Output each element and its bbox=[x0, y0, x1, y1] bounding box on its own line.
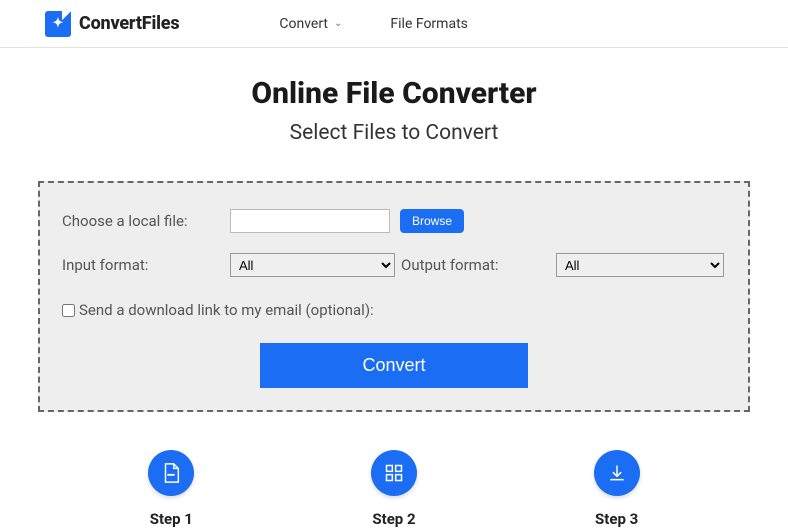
file-row: Choose a local file: Browse bbox=[62, 209, 726, 233]
main: Online File Converter Select Files to Co… bbox=[0, 48, 788, 528]
nav-convert[interactable]: Convert ⌄ bbox=[279, 16, 342, 32]
step-2-label: Step 2 bbox=[372, 510, 415, 528]
steps: Step 1 Step 2 Step 3 bbox=[60, 450, 728, 528]
convert-button[interactable]: Convert bbox=[260, 343, 528, 388]
logo-text: ConvertFiles bbox=[79, 13, 179, 34]
download-icon bbox=[594, 450, 640, 496]
output-format-label: Output format: bbox=[401, 256, 556, 274]
nav-convert-label: Convert bbox=[279, 16, 328, 32]
input-format-label: Input format: bbox=[62, 256, 230, 274]
file-icon bbox=[148, 450, 194, 496]
logo[interactable]: ✦ ConvertFiles bbox=[45, 11, 179, 37]
step-1-label: Step 1 bbox=[150, 510, 193, 528]
email-checkbox[interactable] bbox=[62, 304, 75, 317]
logo-glyph: ✦ bbox=[53, 17, 64, 30]
step-3-label: Step 3 bbox=[595, 510, 638, 528]
chevron-down-icon: ⌄ bbox=[334, 18, 342, 29]
step-2: Step 2 bbox=[371, 450, 417, 528]
nav-file-formats[interactable]: File Formats bbox=[390, 16, 467, 32]
nav: Convert ⌄ File Formats bbox=[279, 16, 467, 32]
page-subtitle: Select Files to Convert bbox=[0, 121, 788, 145]
format-row: Input format: All Output format: All bbox=[62, 253, 726, 277]
page-title: Online File Converter bbox=[0, 76, 788, 111]
header: ✦ ConvertFiles Convert ⌄ File Formats bbox=[0, 0, 788, 48]
upload-panel: Choose a local file: Browse Input format… bbox=[38, 181, 750, 412]
nav-formats-label: File Formats bbox=[390, 16, 467, 32]
grid-icon bbox=[371, 450, 417, 496]
browse-button[interactable]: Browse bbox=[400, 209, 464, 233]
email-label: Send a download link to my email (option… bbox=[79, 301, 374, 319]
convert-wrap: Convert bbox=[62, 343, 726, 388]
input-format-select[interactable]: All bbox=[230, 253, 395, 277]
step-3: Step 3 bbox=[594, 450, 640, 528]
step-1: Step 1 bbox=[148, 450, 194, 528]
email-row: Send a download link to my email (option… bbox=[62, 301, 726, 319]
file-input[interactable] bbox=[230, 209, 390, 233]
logo-icon: ✦ bbox=[45, 11, 71, 37]
output-format-select[interactable]: All bbox=[556, 253, 724, 277]
choose-file-label: Choose a local file: bbox=[62, 212, 230, 230]
